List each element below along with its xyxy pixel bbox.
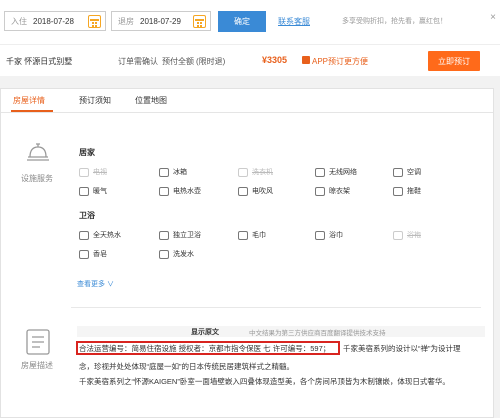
checkin-date-field[interactable]: 入住 2018-07-28 [4,11,106,31]
amenity-wifi: 无线网络 [315,167,357,177]
amenity-tv: 电视 [79,167,107,177]
amenity-kettle: 电热水壶 [159,186,201,196]
checkin-value: 2018-07-28 [33,16,74,26]
amenity-drying-rack: 晾衣架 [315,186,350,196]
amenity-private-bath: 独立卫浴 [159,230,201,240]
washer-icon [238,167,248,177]
amenity-hot-water: 全天热水 [79,230,121,240]
kettle-icon [159,186,169,196]
section-divider [71,307,481,308]
license-info: 合法运营编号：简易住宿设施 授权者：京都市指令保医 七 许可编号：597； [79,344,331,353]
amenity-heating: 暖气 [79,186,107,196]
description-section-label: 房屋描述 [21,361,53,370]
tab-room-details[interactable]: 房屋详情 [13,95,45,106]
hairdryer-icon [238,186,248,196]
slippers-icon [393,186,403,196]
soap-icon [79,249,89,259]
fridge-icon [159,167,169,177]
heater-icon [79,186,89,196]
facilities-section-label: 设施服务 [21,174,53,183]
checkout-date-field[interactable]: 退房 2018-07-29 [111,11,211,31]
bath-category-title: 卫浴 [79,211,95,220]
home-category-title: 居家 [79,148,95,157]
hanger-icon [315,186,325,196]
booking-info-bar: 千家 怀源日式别墅 订单需确认 预付全额 (限时退) ¥3305 APP预订更方… [0,44,500,76]
amenity-slippers: 拖鞋 [393,186,421,196]
prepay-label: 预付全额 [162,57,194,66]
facilities-bell-icon [27,143,49,161]
active-tab-indicator [11,110,53,112]
contact-service-link[interactable]: 联系客服 [278,16,310,27]
bathrobe-icon [393,230,403,240]
description-text: 千家美宿系列之“怀源KAIGEN”卧室一面墙壁嵌入四叠体现造型美，各个房间吊顶皆… [79,377,450,386]
description-text: 念，珍视并处处体现“庭屋一如”的日本传统民居建筑样式之精髓。 [79,362,294,371]
calendar-icon[interactable] [88,15,101,28]
amenity-washer: 洗衣机 [238,167,273,177]
amenity-fridge: 冰箱 [159,167,187,177]
shampoo-icon [159,249,169,259]
close-icon[interactable]: × [490,12,496,23]
checkin-label: 入住 [11,16,27,26]
original-text-bar: 显示原文 中文结果为第三方供应商百度翻译提供技术支持 [77,326,485,337]
phone-icon [302,56,310,64]
search-bar: 入住 2018-07-28 退房 2018-07-29 确定 联系客服 多享受购… [0,0,500,44]
hotel-name: 千家 怀源日式别墅 [6,57,73,66]
checkout-label: 退房 [118,16,134,26]
air-conditioner-icon [393,167,403,177]
checkout-value: 2018-07-29 [140,16,181,26]
listing-details: 房屋详情 预订须知 位置地图 设施服务 居家 电视 冰箱 洗衣机 无线网络 空调… [0,88,494,418]
amenity-hairdryer: 电吹风 [238,186,273,196]
amenity-bathrobe: 浴袍 [393,230,421,240]
app-promo-link[interactable]: APP预订更方便 [312,56,368,67]
prepay-note: (限时退) [196,57,226,66]
translation-note: 中文结果为第三方供应商百度翻译提供技术支持 [249,330,386,337]
tab-booking-notice[interactable]: 预订须知 [79,95,111,106]
calendar-icon[interactable] [193,15,206,28]
hot-water-icon [79,230,89,240]
amenity-towel: 毛巾 [238,230,266,240]
see-more-link[interactable]: 查看更多 ∨ [77,279,114,289]
show-original-link[interactable]: 显示原文 [191,327,219,337]
amenity-shampoo: 洗发水 [159,249,194,259]
detail-tabs: 房屋详情 预订须知 位置地图 [1,89,493,113]
order-confirm-note: 订单需确认 [118,57,158,66]
description-list-icon [26,329,50,355]
towel-icon [238,230,248,240]
tv-icon [79,167,89,177]
book-now-button[interactable]: 立即预订 [428,51,480,71]
amenity-bath-towel: 浴巾 [315,230,343,240]
price: ¥3305 [262,55,288,65]
wifi-icon [315,167,325,177]
bath-towel-icon [315,230,325,240]
amenity-ac: 空调 [393,167,421,177]
confirm-button[interactable]: 确定 [218,11,266,32]
tab-location-map[interactable]: 位置地图 [135,95,167,106]
amenity-soap: 香皂 [79,249,107,259]
toilet-icon [159,230,169,240]
promo-text: 多享受购折扣，抢先看，赢红包！ [342,18,447,25]
description-text: 千家美宿系列的设计以“禅”为设计理 [343,344,461,353]
